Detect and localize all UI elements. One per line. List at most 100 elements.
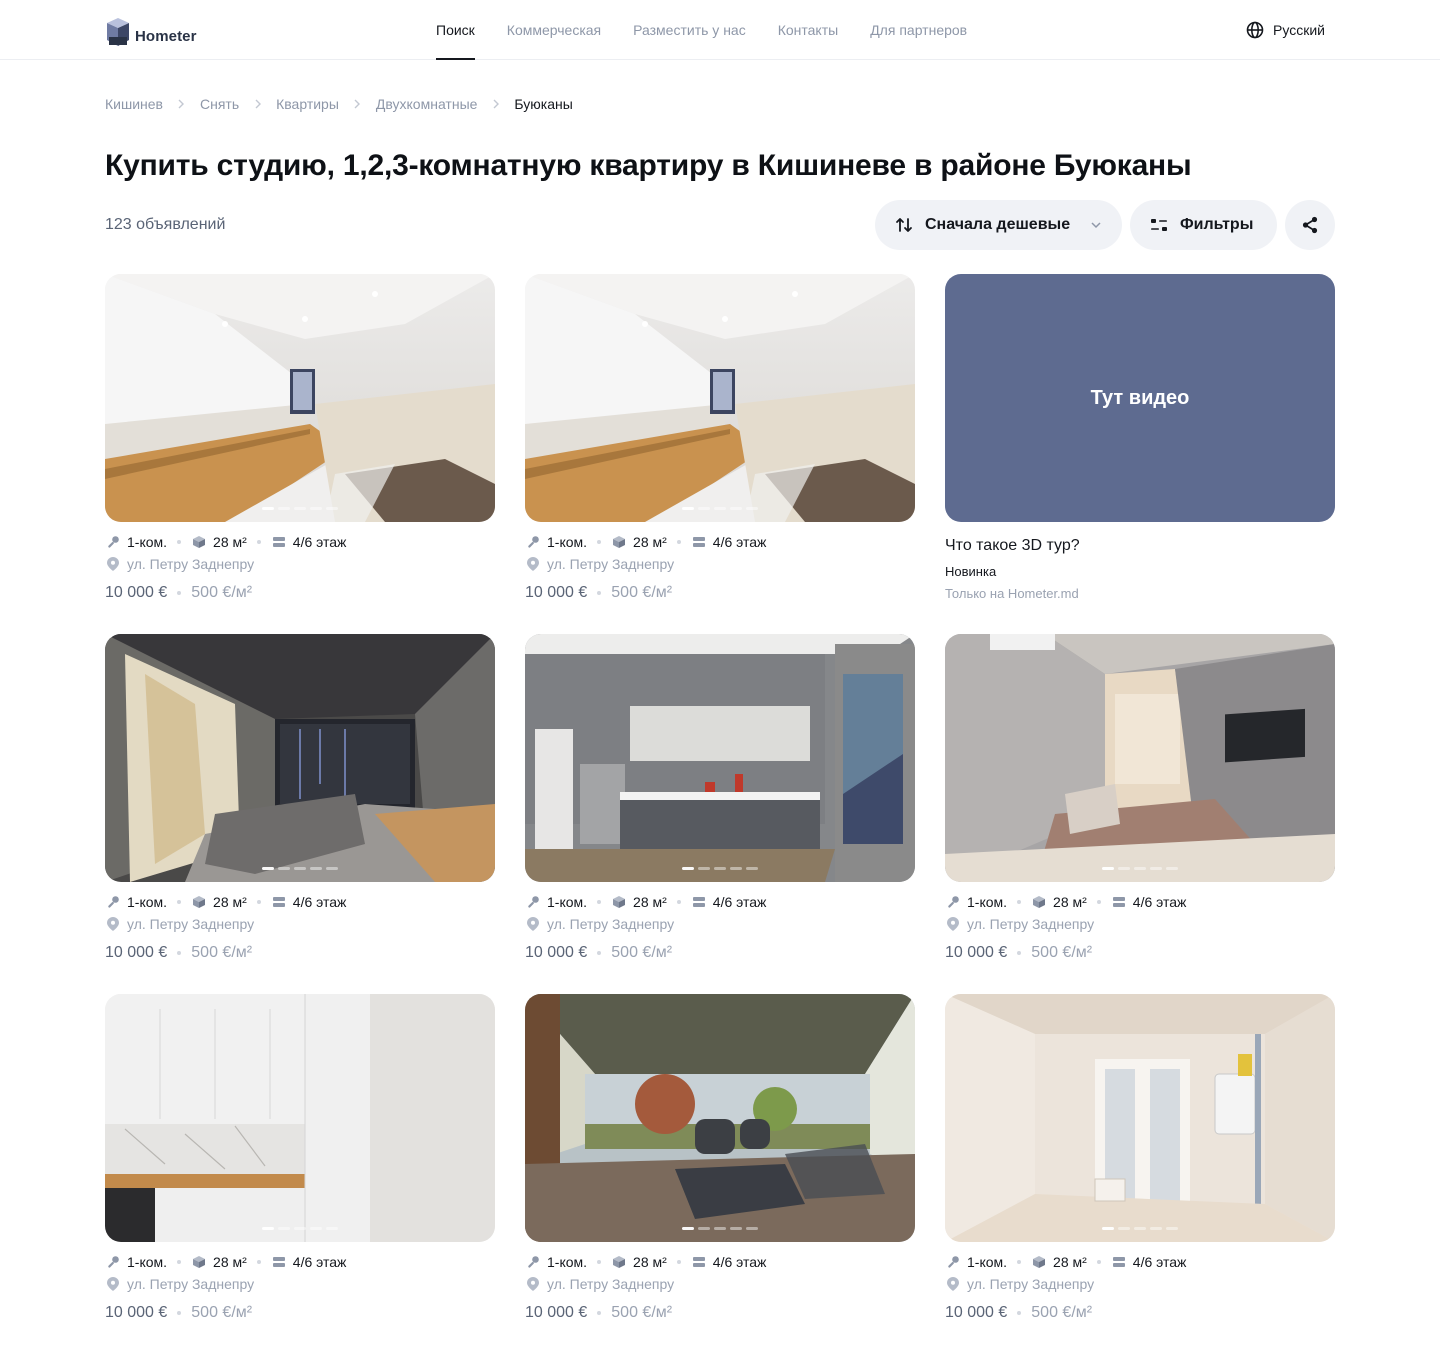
photo-indicator-dot[interactable] — [294, 867, 306, 870]
listing-photo[interactable] — [945, 634, 1335, 882]
key-icon — [528, 536, 539, 548]
photo-indicator-dot[interactable] — [310, 867, 322, 870]
breadcrumb-item[interactable]: Кишинев — [105, 96, 163, 112]
sort-arrows-icon — [896, 218, 912, 232]
address-text: ул. Петру Заднепру — [127, 1276, 255, 1292]
listing-photo-image — [105, 274, 495, 522]
listing-photo-image — [105, 994, 495, 1242]
photo-indicator-dot[interactable] — [730, 1227, 742, 1230]
listing-address: ул. Петру Заднепру — [105, 916, 495, 932]
results-toolbar: Сначала дешевые Фильтры — [875, 200, 1335, 250]
photo-indicator-dot[interactable] — [1150, 867, 1162, 870]
listing-card[interactable]: 1-ком. 28 м² 4/6 этаж ул. Петру Заднепру… — [525, 634, 915, 962]
listing-photo[interactable] — [525, 994, 915, 1242]
photo-indicator-dot[interactable] — [698, 507, 710, 510]
listing-card[interactable]: 1-ком. 28 м² 4/6 этаж ул. Петру Заднепру… — [945, 994, 1335, 1322]
area-cube-icon — [1033, 1256, 1046, 1268]
photo-indicator-dot[interactable] — [682, 507, 694, 510]
listing-address: ул. Петру Заднепру — [945, 1276, 1335, 1292]
separator-dot — [177, 591, 182, 595]
nav-search[interactable]: Поиск — [436, 0, 475, 60]
photo-indicator-dot[interactable] — [326, 507, 338, 510]
breadcrumb-item[interactable]: Квартиры — [276, 96, 339, 112]
photo-indicator-dot[interactable] — [1166, 867, 1178, 870]
listing-price: 10 000 € 500 €/м² — [945, 1304, 1335, 1322]
photo-indicator-dot[interactable] — [682, 1227, 694, 1230]
photo-indicator-dot[interactable] — [262, 507, 274, 510]
address-text: ул. Петру Заднепру — [547, 916, 675, 932]
listing-photo[interactable] — [525, 634, 915, 882]
listing-photo[interactable] — [945, 994, 1335, 1242]
listing-photo-image — [945, 634, 1335, 882]
photo-indicator-dot[interactable] — [730, 507, 742, 510]
video-placeholder[interactable]: Тут видео — [945, 274, 1335, 522]
nav-partners[interactable]: Для партнеров — [870, 0, 967, 60]
photo-indicator-dot[interactable] — [310, 507, 322, 510]
photo-indicator-dot[interactable] — [1166, 1227, 1178, 1230]
photo-indicator-dot[interactable] — [1118, 867, 1130, 870]
photo-indicator-dot[interactable] — [278, 1227, 290, 1230]
promo-subtitle: Новинка — [945, 564, 997, 579]
share-button[interactable] — [1285, 200, 1335, 250]
area-cube-icon — [1033, 896, 1046, 908]
separator-dot — [1017, 900, 1022, 904]
breadcrumb-item[interactable]: Двухкомнатные — [376, 96, 478, 112]
listing-photo[interactable] — [105, 274, 495, 522]
photo-indicator-dot[interactable] — [714, 507, 726, 510]
breadcrumb-item[interactable]: Снять — [200, 96, 239, 112]
listing-photo[interactable] — [105, 634, 495, 882]
filters-button[interactable]: Фильтры — [1130, 200, 1277, 250]
photo-indicator-dot[interactable] — [698, 1227, 710, 1230]
photo-indicator-dot[interactable] — [730, 867, 742, 870]
photo-indicator-dot[interactable] — [746, 1227, 758, 1230]
photo-indicator-dot[interactable] — [746, 867, 758, 870]
photo-indicator-dot[interactable] — [310, 1227, 322, 1230]
breadcrumb: Кишинев Снять Квартиры Двухкомнатные Бую… — [105, 94, 573, 114]
photo-indicator-dot[interactable] — [1134, 867, 1146, 870]
photo-indicator-dot[interactable] — [262, 1227, 274, 1230]
nav-commercial[interactable]: Коммерческая — [507, 0, 601, 60]
nav-contacts[interactable]: Контакты — [778, 0, 838, 60]
listing-photo[interactable] — [525, 274, 915, 522]
photo-indicator-dot[interactable] — [714, 867, 726, 870]
nav-place-ad[interactable]: Разместить у нас — [633, 0, 746, 60]
photo-indicator-dot[interactable] — [1134, 1227, 1146, 1230]
separator-dot — [1017, 1260, 1022, 1264]
photo-indicator-dot[interactable] — [262, 867, 274, 870]
photo-indicator-dot[interactable] — [1118, 1227, 1130, 1230]
address-text: ул. Петру Заднепру — [967, 916, 1095, 932]
listing-card[interactable]: 1-ком. 28 м² 4/6 этаж ул. Петру Заднепру… — [525, 994, 915, 1322]
photo-indicator-dot[interactable] — [682, 867, 694, 870]
logo[interactable]: Hometer — [105, 16, 197, 46]
listing-card[interactable]: 1-ком. 28 м² 4/6 этаж ул. Петру Заднепру… — [105, 994, 495, 1322]
photo-indicator-dot[interactable] — [326, 1227, 338, 1230]
listing-photo[interactable] — [105, 994, 495, 1242]
language-switcher[interactable]: Русский — [1246, 20, 1325, 40]
listing-card[interactable]: 1-ком. 28 м² 4/6 этаж ул. Петру Заднепру… — [945, 634, 1335, 962]
photo-indicator-dot[interactable] — [326, 867, 338, 870]
photo-indicator-dot[interactable] — [714, 1227, 726, 1230]
photo-indicator-dot[interactable] — [746, 507, 758, 510]
area-value: 28 м² — [1053, 894, 1087, 910]
listing-card[interactable]: 1-ком. 28 м² 4/6 этаж ул. Петру Заднепру… — [105, 274, 495, 602]
photo-indicator-dot[interactable] — [1102, 867, 1114, 870]
photo-indicator-dot[interactable] — [294, 1227, 306, 1230]
price-per-m2: 500 €/м² — [611, 944, 673, 961]
photo-indicator-dot[interactable] — [1102, 1227, 1114, 1230]
photo-indicator-dot[interactable] — [278, 867, 290, 870]
photo-indicator-dot[interactable] — [278, 507, 290, 510]
promo-title[interactable]: Что такое 3D тур? — [945, 536, 1335, 556]
photo-indicator-dot[interactable] — [294, 507, 306, 510]
photo-carousel-indicator — [682, 507, 758, 510]
key-icon — [528, 1256, 539, 1268]
sort-dropdown[interactable]: Сначала дешевые — [875, 200, 1122, 250]
photo-indicator-dot[interactable] — [698, 867, 710, 870]
listing-card[interactable]: 1-ком. 28 м² 4/6 этаж ул. Петру Заднепру… — [525, 274, 915, 602]
photo-indicator-dot[interactable] — [1150, 1227, 1162, 1230]
listing-card[interactable]: 1-ком. 28 м² 4/6 этаж ул. Петру Заднепру… — [105, 634, 495, 962]
separator-dot — [256, 900, 261, 904]
photo-carousel-indicator — [262, 1227, 338, 1230]
floor-layers-icon — [692, 897, 705, 907]
rooms-value: 1-ком. — [547, 894, 588, 910]
area-value: 28 м² — [633, 1254, 667, 1270]
